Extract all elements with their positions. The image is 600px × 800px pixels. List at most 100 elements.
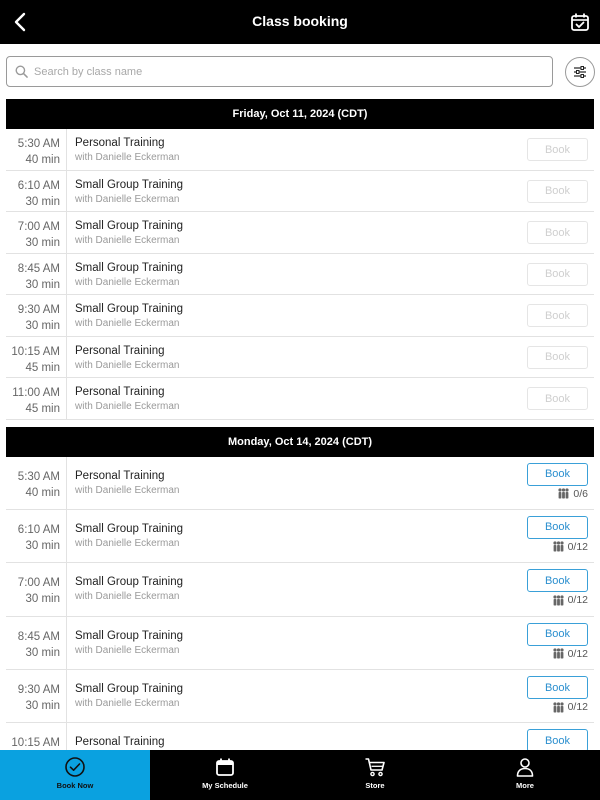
info-cell: Small Group Training with Danielle Eckerm… [67,212,594,253]
time-cell: 10:15 AM 45 min [6,336,67,377]
time-cell: 10:15 AM [6,723,67,750]
tab-label: My Schedule [202,781,248,790]
book-button-disabled: Book [527,221,588,244]
capacity-count: 0/12 [567,647,588,660]
class-time: 10:15 AM [11,737,60,750]
class-name: Small Group Training [75,261,184,274]
book-button[interactable]: Book [527,729,588,750]
class-name: Personal Training [75,386,165,398]
class-time: 8:45 AM [17,262,60,275]
capacity-indicator: 0/6 [557,488,588,500]
class-instructor: with Danielle Eckerman [75,591,180,603]
day-header: Friday, Oct 11, 2024 (CDT) [6,99,594,129]
book-button[interactable]: Book [527,515,588,539]
class-row: 5:30 AM 40 min Personal Training with Dani… [6,456,594,510]
tab-book-now[interactable]: Book Now [0,750,150,800]
check-circle-icon [65,757,85,777]
class-name: Small Group Training [75,303,184,315]
capacity-count: 0/6 [573,487,588,500]
info-cell: Personal Training with Danielle Eckerman [67,129,594,170]
class-instructor: with Danielle Eckerman [75,193,180,205]
book-button[interactable]: Book [527,622,588,646]
tab-label: Store [365,781,385,790]
info-cell: Small Group Training with Danielle Eckerm… [67,295,594,336]
people-icon [552,595,564,606]
info-cell: Small Group Training with Danielle Eckerm… [67,171,594,212]
capacity-indicator: 0/12 [552,648,588,660]
calendar-icon [216,758,234,776]
class-row: 7:00 AM 30 min Small Group Training with D… [6,563,594,617]
class-duration: 30 min [25,646,60,659]
class-instructor: with Danielle Eckerman [75,698,180,710]
people-icon [552,648,564,659]
book-button-disabled: Book [527,345,588,369]
book-button-disabled: Book [527,304,588,327]
tab-my-schedule[interactable]: My Schedule [150,750,300,800]
class-row: 7:00 AM 30 min Small Group Training with D… [6,212,594,254]
class-duration: 30 min [25,195,60,208]
time-cell: 6:10 AM 30 min [6,170,67,211]
class-duration: 40 min [25,486,60,499]
book-button-disabled: Book [527,387,588,410]
class-duration: 30 min [25,278,60,291]
time-cell: 7:00 AM 30 min [6,563,67,616]
tab-more[interactable]: More [450,750,600,800]
info-cell: Small Group Training with Danielle Eckerm… [67,510,594,562]
class-duration: 45 min [25,361,60,374]
class-instructor: with Danielle Eckerman [75,537,180,549]
capacity-indicator: 0/12 [552,594,588,606]
class-time: 9:30 AM [17,304,60,316]
tab-label: Book Now [56,781,94,790]
info-cell: Personal Training [67,723,594,750]
class-time: 8:45 AM [17,630,60,643]
capacity-indicator: 0/12 [552,701,588,713]
class-name: Personal Training [75,344,165,357]
class-name: Personal Training [75,469,165,482]
time-cell: 9:30 AM 30 min [6,670,67,723]
book-button[interactable]: Book [527,462,588,486]
capacity-indicator: 0/12 [552,541,588,553]
class-time: 7:00 AM [17,221,60,233]
class-row: 9:30 AM 30 min Small Group Training with D… [6,670,594,724]
book-button-disabled: Book [527,179,588,203]
time-cell: 8:45 AM 30 min [6,616,67,670]
class-instructor: with Danielle Eckerman [75,276,180,288]
class-instructor: with Danielle Eckerman [75,152,180,163]
class-time: 6:10 AM [17,179,60,192]
filter-button[interactable] [565,57,595,87]
info-cell: Small Group Training with Danielle Eckerm… [67,563,594,615]
class-duration: 40 min [25,154,60,166]
capacity-count: 0/12 [567,594,588,607]
class-row: 11:00 AM 45 min Personal Training with Dan… [6,378,594,420]
book-button-disabled: Book [527,138,588,161]
class-time: 5:30 AM [17,470,60,483]
class-instructor: with Danielle Eckerman [75,318,180,329]
calendar-button[interactable] [568,10,592,34]
person-icon [516,758,534,777]
class-instructor: with Danielle Eckerman [75,484,180,496]
people-icon [552,541,564,552]
time-cell: 9:30 AM 30 min [6,295,67,336]
class-duration: 30 min [25,539,60,552]
class-instructor: with Danielle Eckerman [75,401,180,412]
book-button-disabled: Book [527,262,588,286]
capacity-count: 0/12 [567,701,588,714]
tab-store[interactable]: Store [300,750,450,800]
time-cell: 5:30 AM 40 min [6,129,67,170]
time-cell: 5:30 AM 40 min [6,456,67,509]
info-cell: Small Group Training with Danielle Eckerm… [67,670,594,722]
info-cell: Personal Training with Danielle Eckerman [67,378,594,419]
book-button[interactable]: Book [527,569,588,593]
class-row: 8:45 AM 30 min Small Group Training with D… [6,253,594,295]
people-icon [558,488,569,499]
class-row: 10:15 AM 45 min Personal Training with Dan… [6,336,594,378]
class-time: 9:30 AM [17,684,60,697]
time-cell: 7:00 AM 30 min [6,212,67,253]
page-title: Class booking [252,13,348,29]
people-icon [552,701,564,713]
class-time: 6:10 AM [17,523,60,536]
book-button[interactable]: Book [527,676,588,700]
class-row: 10:15 AM Personal Training Book [6,723,594,750]
search-input[interactable] [34,65,514,78]
search-box [6,56,553,87]
